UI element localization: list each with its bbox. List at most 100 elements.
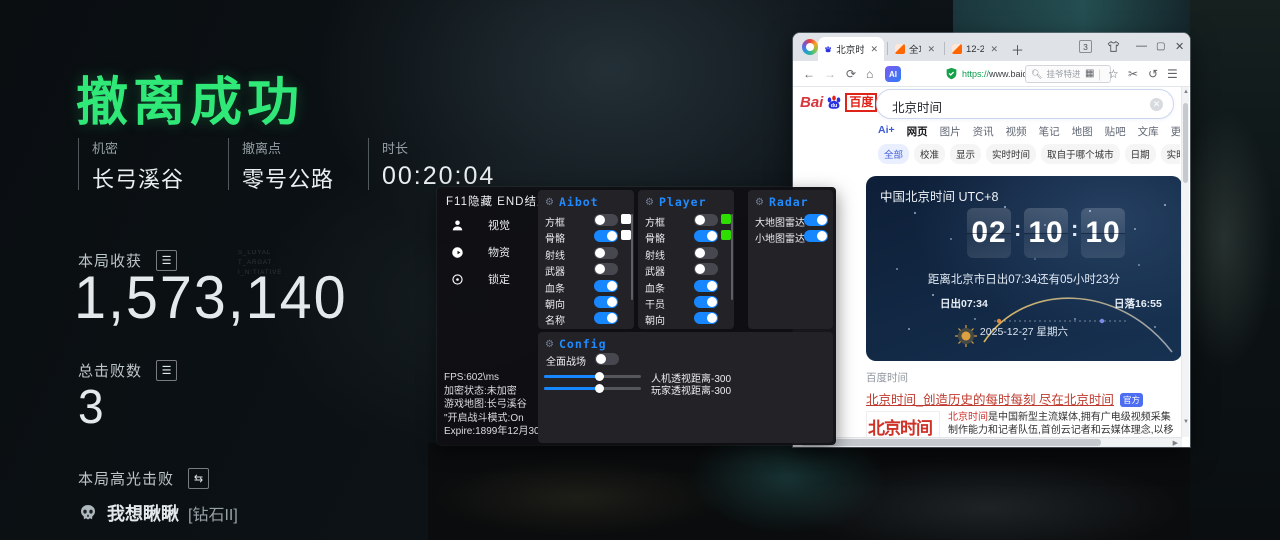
scrollbar-thumb[interactable]	[1183, 103, 1188, 183]
toggle[interactable]	[594, 247, 618, 259]
filter-chip-active[interactable]: 全部	[878, 144, 909, 164]
filter-chip[interactable]: 校准	[914, 144, 945, 164]
toggle[interactable]	[594, 296, 618, 308]
browser-titlebar: 北京时间 ✕ 全功能 ✕ 12-24D ✕ ＋ 3 — ▢ ✕	[793, 33, 1190, 61]
slider-knob[interactable]	[595, 372, 604, 381]
tab-quangongneng[interactable]: 全功能 ✕	[889, 37, 941, 61]
overlay-menu-loot[interactable]: 物资	[451, 244, 510, 260]
tab-close-icon[interactable]: ✕	[927, 44, 935, 55]
overlay-menu-visual[interactable]: 视觉	[451, 217, 510, 233]
back-icon[interactable]: ←	[803, 66, 815, 82]
toggle[interactable]	[694, 247, 718, 259]
favorites-icon[interactable]: ☆	[1108, 66, 1119, 82]
nav-item[interactable]: 贴吧	[1105, 124, 1126, 140]
scroll-down-icon[interactable]: ▼	[1183, 419, 1189, 425]
info-duration: 时长 00:20:04	[368, 138, 495, 190]
nav-item[interactable]: 资讯	[973, 124, 994, 140]
nav-item[interactable]: Ai+	[878, 124, 895, 140]
nav-item[interactable]: 文库	[1138, 124, 1159, 140]
toggle[interactable]	[694, 230, 718, 242]
tab-separator	[887, 42, 888, 55]
slider-track[interactable]	[544, 375, 641, 378]
screenshot-scissors-icon[interactable]: ✂	[1128, 66, 1138, 82]
overlay-menu-aimlock[interactable]: 锁定	[451, 271, 510, 287]
kills-detail-button[interactable]: ☰	[156, 360, 177, 381]
filter-chip[interactable]: 实时秒表	[1161, 144, 1180, 164]
nav-item-current[interactable]: 网页	[907, 124, 928, 140]
highlight-switch-button[interactable]: ⇆	[188, 468, 209, 489]
ai-assistant-icon[interactable]: AI	[885, 66, 901, 82]
nav-item[interactable]: 更多	[1171, 124, 1180, 140]
background-scene	[1190, 0, 1280, 540]
filter-chip[interactable]: 日期	[1125, 144, 1156, 164]
tab-beijing-time[interactable]: 北京时间 ✕	[818, 37, 884, 61]
filter-chip[interactable]: 取自于哪个城市	[1041, 144, 1120, 164]
toggle[interactable]	[594, 263, 618, 275]
color-swatch[interactable]	[621, 214, 631, 224]
browser-logo-icon[interactable]	[802, 39, 818, 55]
reload-icon[interactable]: ⟳	[846, 66, 856, 82]
baidu-paw-icon: du	[825, 94, 843, 112]
vertical-scrollbar[interactable]: ▲ ▼	[1181, 87, 1189, 437]
close-button[interactable]: ✕	[1175, 40, 1184, 53]
nav-item[interactable]: 笔记	[1039, 124, 1060, 140]
baidu-logo[interactable]: Bai du 百度	[800, 93, 877, 112]
toggle[interactable]	[694, 214, 718, 226]
panel-scrollbar[interactable]	[731, 214, 733, 300]
toggle[interactable]	[694, 296, 718, 308]
slider-bot-distance: 人机透视距离-300	[544, 371, 830, 381]
tab-12-24d[interactable]: 12-24D ✕	[946, 37, 1004, 61]
undo-download-icon[interactable]: ↺	[1148, 66, 1158, 82]
toggle[interactable]	[694, 280, 718, 292]
nav-item[interactable]: 图片	[940, 124, 961, 140]
skin-shirt-icon[interactable]	[1107, 40, 1120, 53]
horizontal-scrollbar[interactable]: ▶	[793, 437, 1182, 447]
result-title-link[interactable]: 北京时间_创造历史的每时每刻 尽在北京时间官方	[866, 389, 1143, 408]
option-row: 大地图雷达	[748, 212, 833, 228]
url-text[interactable]: https://www.baidu	[962, 69, 1033, 79]
sunset-label: 日落16:55	[1114, 296, 1162, 311]
toggle[interactable]	[594, 280, 618, 292]
scroll-right-icon[interactable]: ▶	[1173, 439, 1178, 447]
maximize-button[interactable]: ▢	[1156, 41, 1165, 52]
filter-chip[interactable]: 实时时间	[986, 144, 1036, 164]
home-icon[interactable]: ⌂	[866, 66, 873, 82]
filter-chip[interactable]: 显示	[950, 144, 981, 164]
apps-grid-icon[interactable]: ▦	[1085, 66, 1094, 82]
baidu-search-input[interactable]: 北京时间 ✕	[876, 89, 1174, 119]
info-value: 零号公路	[242, 162, 334, 194]
minimize-button[interactable]: —	[1136, 40, 1147, 52]
color-swatch[interactable]	[721, 230, 731, 240]
gear-icon: ⚙	[545, 197, 554, 208]
scroll-up-icon[interactable]: ▲	[1183, 89, 1189, 95]
tab-count-badge[interactable]: 3	[1079, 40, 1092, 53]
nav-item[interactable]: 视频	[1006, 124, 1027, 140]
result-thumbnail[interactable]: 北京时间	[866, 411, 940, 437]
clear-input-icon[interactable]: ✕	[1150, 98, 1163, 111]
tab-close-icon[interactable]: ✕	[990, 44, 998, 55]
panel-scrollbar[interactable]	[631, 214, 633, 300]
toggle[interactable]	[694, 312, 718, 324]
tab-close-icon[interactable]: ✕	[870, 44, 878, 55]
toggle[interactable]	[594, 230, 618, 242]
menu-icon[interactable]: ☰	[1167, 66, 1178, 82]
toggle[interactable]	[694, 263, 718, 275]
toggle[interactable]	[594, 312, 618, 324]
nav-item[interactable]: 地图	[1072, 124, 1093, 140]
toggle[interactable]	[594, 214, 618, 226]
color-swatch[interactable]	[721, 214, 731, 224]
new-tab-button[interactable]: ＋	[1011, 40, 1024, 59]
forward-icon[interactable]: →	[824, 66, 836, 82]
search-icon: 🔍︎	[1031, 69, 1042, 80]
toggle[interactable]	[804, 214, 828, 226]
slider-knob[interactable]	[595, 384, 604, 393]
gear-icon: ⚙	[755, 197, 764, 208]
toggle[interactable]	[595, 353, 619, 365]
slider-track[interactable]	[544, 387, 641, 390]
option-row: 干员	[638, 294, 734, 310]
toggle[interactable]	[804, 230, 828, 242]
clock-minutes: 10	[1024, 208, 1068, 258]
scrollbar-thumb[interactable]	[801, 439, 1101, 446]
color-swatch[interactable]	[621, 230, 631, 240]
menu-label: 物资	[488, 244, 510, 260]
